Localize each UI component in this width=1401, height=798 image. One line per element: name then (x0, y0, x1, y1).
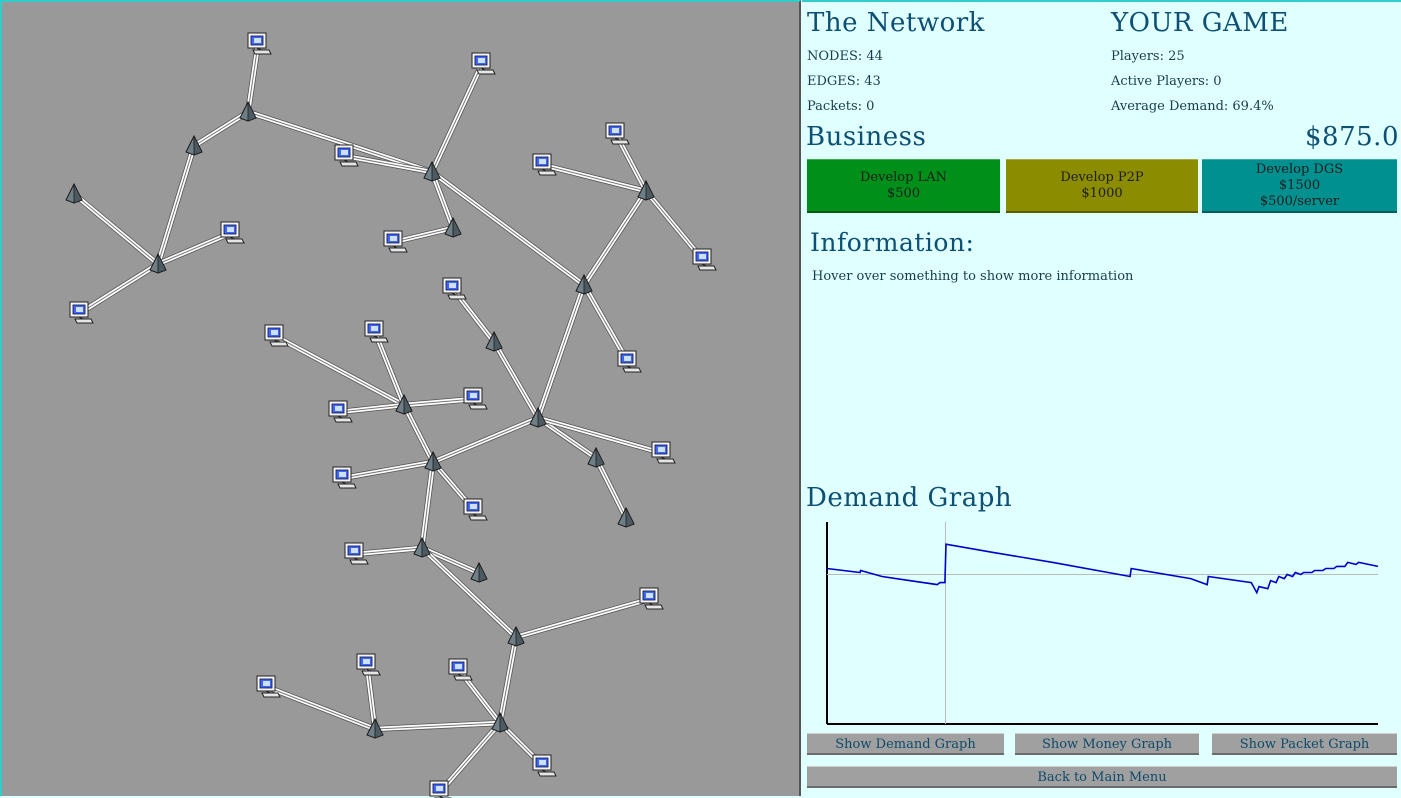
computer-icon[interactable] (264, 324, 289, 347)
information-title: Information: (810, 228, 975, 257)
show-packet-graph-button[interactable]: Show Packet Graph (1212, 733, 1397, 755)
network-link[interactable] (581, 283, 631, 364)
develop-p2p-button[interactable]: Develop P2P $1000 (1006, 159, 1198, 213)
network-view[interactable] (0, 0, 803, 798)
network-title: The Network (807, 8, 985, 38)
develop-lan-label: Develop LAN (860, 170, 947, 185)
network-link[interactable] (491, 340, 541, 420)
network-link[interactable] (419, 461, 436, 549)
edges-count: EDGES: 43 (807, 74, 881, 89)
develop-p2p-label: Develop P2P (1060, 170, 1144, 185)
computer-icon[interactable] (256, 675, 281, 698)
computer-icon[interactable] (220, 221, 245, 244)
develop-lan-button[interactable]: Develop LAN $500 (807, 159, 1000, 213)
network-link[interactable] (338, 402, 405, 415)
network-link[interactable] (419, 545, 519, 640)
computer-icon[interactable] (463, 387, 488, 410)
nodes-count: NODES: 44 (807, 49, 883, 64)
graph-title: Demand Graph (806, 483, 1013, 513)
computer-icon[interactable] (532, 754, 557, 777)
network-link[interactable] (542, 162, 647, 194)
packets-count: Packets: 0 (807, 99, 875, 114)
demand-graph (826, 522, 1379, 725)
computer-icon[interactable] (448, 658, 473, 681)
information-text: Hover over something to show more inform… (812, 269, 1134, 284)
network-link[interactable] (581, 189, 649, 287)
network-link[interactable] (78, 261, 160, 316)
network-map[interactable] (2, 2, 803, 798)
develop-dgs-label: Develop DGS (1255, 162, 1344, 177)
computer-icon[interactable] (651, 441, 676, 464)
show-demand-graph-button[interactable]: Show Demand Graph (807, 733, 1004, 755)
network-link[interactable] (155, 145, 197, 265)
network-link[interactable] (401, 403, 436, 464)
game-title: YOUR GAME (1111, 8, 1289, 38)
computer-icon[interactable] (442, 277, 467, 300)
computer-icon[interactable] (617, 350, 642, 373)
computer-icon[interactable] (605, 122, 630, 145)
network-link[interactable] (537, 415, 663, 456)
network-link[interactable] (497, 636, 519, 724)
network-link[interactable] (265, 684, 377, 732)
network-link[interactable] (72, 191, 160, 267)
computer-icon[interactable] (463, 498, 488, 521)
network-link[interactable] (437, 721, 503, 794)
network-link[interactable] (593, 456, 629, 520)
computer-icon[interactable] (247, 32, 272, 55)
computer-icon[interactable] (639, 587, 664, 610)
money-balance: $875.0 (1305, 122, 1399, 152)
develop-lan-cost: $500 (886, 186, 921, 201)
active-players-count: Active Players: 0 (1111, 74, 1222, 89)
network-link[interactable] (393, 225, 454, 245)
average-demand: Average Demand: 69.4% (1111, 99, 1274, 114)
network-link[interactable] (535, 284, 587, 419)
computer-icon[interactable] (364, 320, 389, 343)
develop-dgs-cost: $1500 (1278, 178, 1321, 193)
network-link[interactable] (420, 545, 481, 576)
computer-icon[interactable] (356, 653, 381, 676)
network-link[interactable] (429, 62, 485, 174)
network-link[interactable] (273, 333, 406, 408)
network-link[interactable] (354, 545, 423, 557)
side-panel: The Network NODES: 44 EDGES: 43 Packets:… (802, 0, 1401, 796)
back-to-main-menu-button[interactable]: Back to Main Menu (807, 766, 1397, 788)
develop-dgs-button[interactable]: Develop DGS $1500 $500/server (1202, 159, 1397, 213)
computer-icon[interactable] (471, 52, 496, 75)
network-link[interactable] (342, 459, 434, 481)
network-link[interactable] (374, 720, 501, 732)
network-link[interactable] (515, 596, 651, 640)
develop-p2p-cost: $1000 (1081, 186, 1123, 201)
show-money-graph-button[interactable]: Show Money Graph (1015, 733, 1199, 755)
computer-icon[interactable] (692, 248, 717, 271)
business-title: Business (806, 122, 927, 152)
network-link[interactable] (431, 415, 540, 465)
develop-dgs-server-cost: $500/server (1259, 194, 1340, 209)
players-count: Players: 25 (1111, 49, 1185, 64)
router-icon[interactable] (65, 183, 83, 204)
